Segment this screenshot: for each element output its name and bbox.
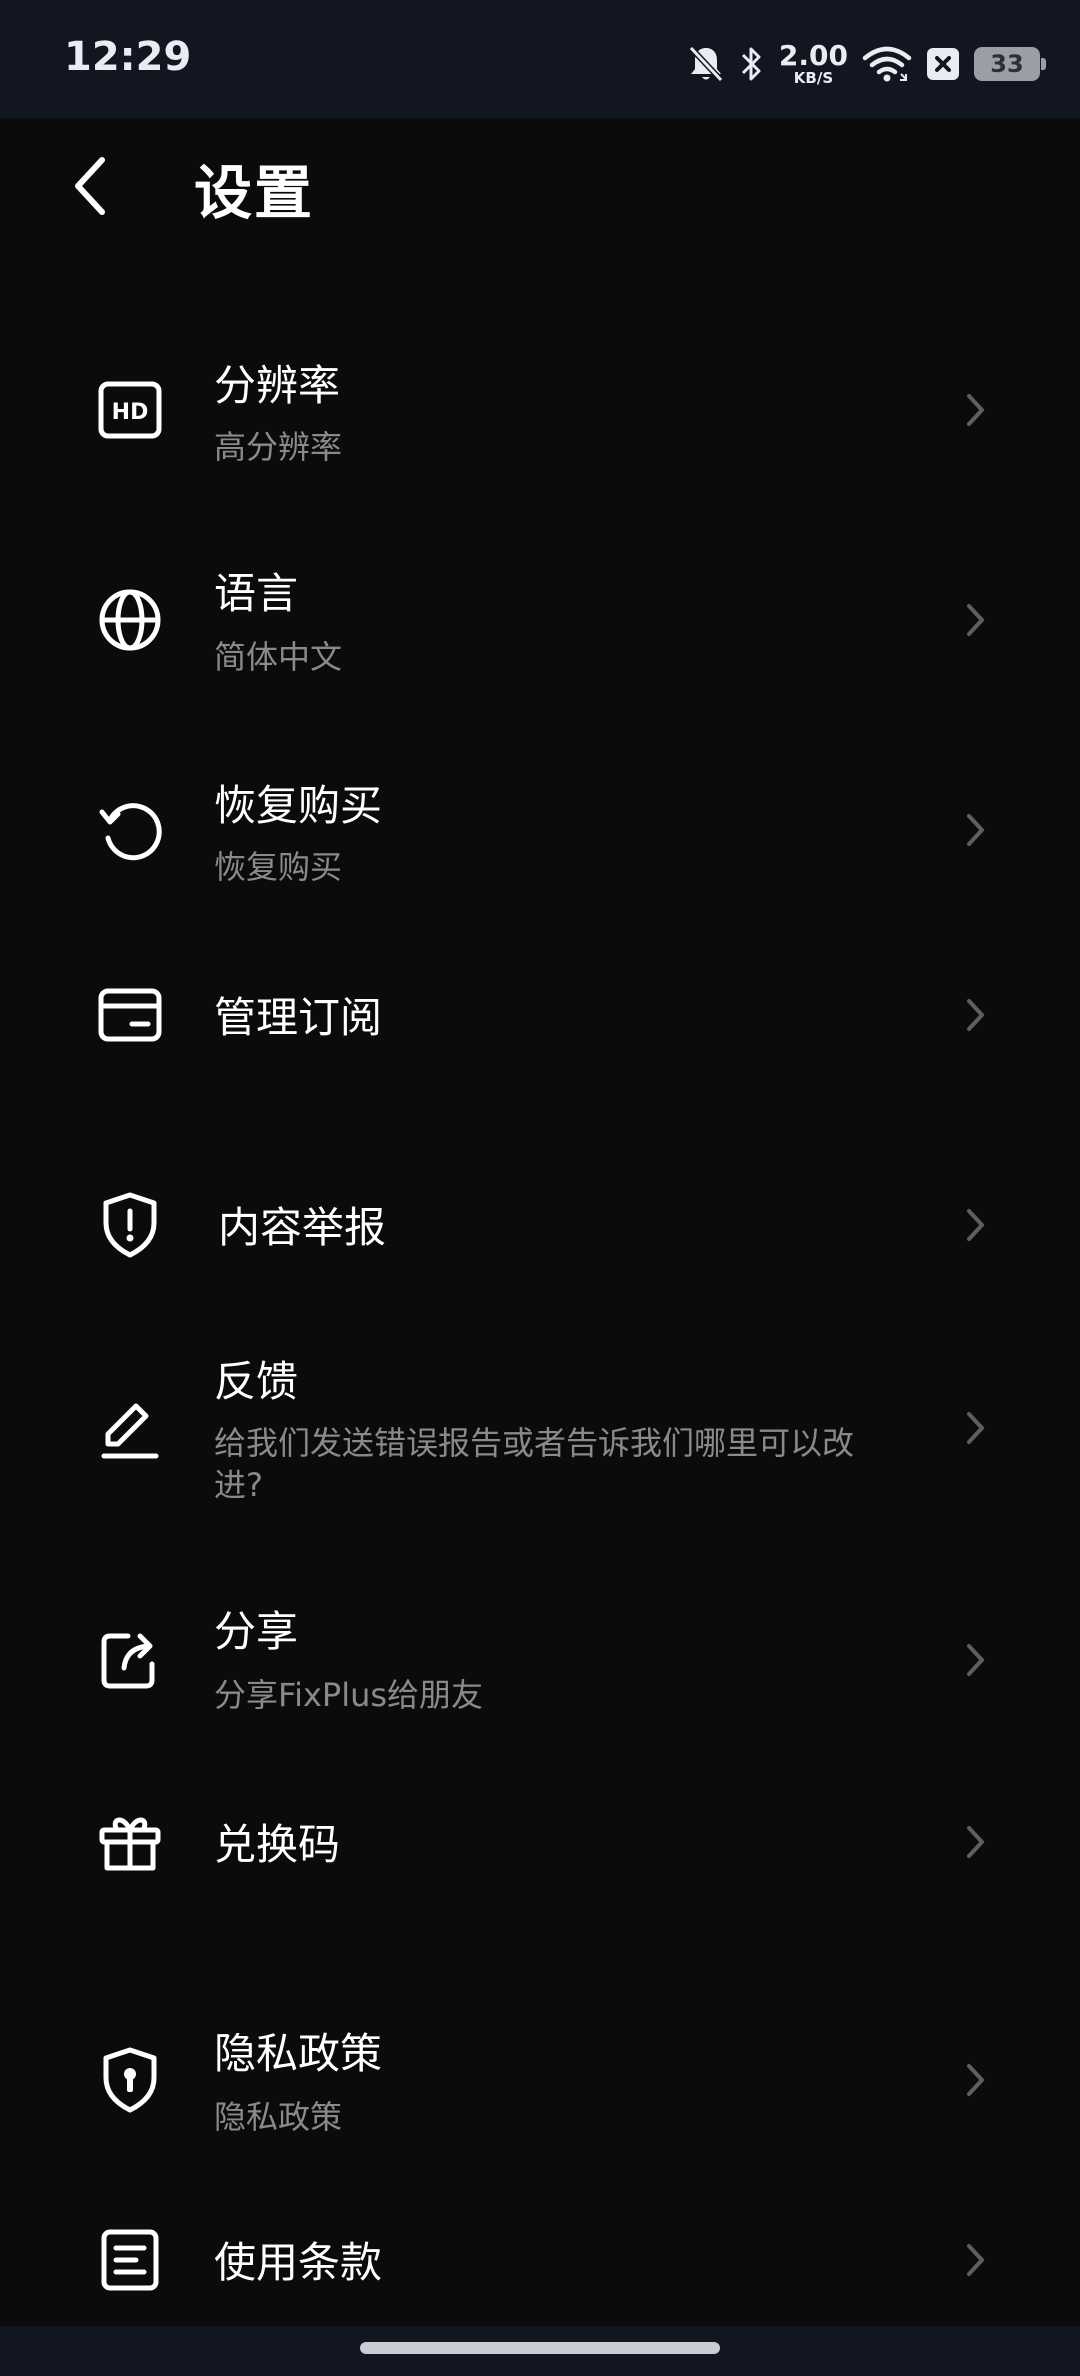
setting-item-language[interactable]: 语言 简体中文: [0, 550, 1080, 690]
setting-label: 隐私政策: [214, 2029, 383, 2078]
setting-sublabel: 分享FixPlus给朋友: [214, 1676, 484, 1714]
chevron-right-icon: [960, 2060, 990, 2100]
setting-label: 使用条款: [214, 2238, 383, 2287]
close-box-icon: [926, 47, 960, 81]
setting-label: 分辨率: [214, 361, 341, 410]
chevron-right-icon: [960, 995, 990, 1035]
chevron-left-icon: [75, 157, 105, 215]
globe-icon: [96, 586, 164, 654]
setting-label: 分享: [214, 1607, 299, 1656]
shield-lock-icon: [96, 2046, 164, 2114]
network-speed-value: 2.00: [778, 39, 848, 72]
card-icon: [96, 981, 164, 1049]
setting-item-manage-subscription[interactable]: 管理订阅: [0, 970, 1080, 1060]
setting-label: 语言: [214, 569, 299, 618]
hd-icon: HD: [96, 376, 164, 444]
setting-label: 恢复购买: [214, 781, 383, 830]
chevron-right-icon: [960, 2240, 990, 2280]
chevron-right-icon: [960, 1640, 990, 1680]
setting-item-resolution[interactable]: HD 分辨率 高分辨率: [0, 340, 1080, 480]
setting-item-redeem-code[interactable]: 兑换码: [0, 1797, 1080, 1887]
setting-label: 反馈: [214, 1357, 299, 1406]
setting-item-feedback[interactable]: 反馈 给我们发送错误报告或者告诉我们哪里可以改进?: [0, 1340, 1080, 1520]
setting-item-restore-purchase[interactable]: 恢复购买 恢复购买: [0, 760, 1080, 900]
setting-item-share[interactable]: 分享 分享FixPlus给朋友: [0, 1590, 1080, 1730]
back-button[interactable]: [60, 150, 120, 222]
chevron-right-icon: [960, 810, 990, 850]
setting-label: 内容举报: [218, 1203, 387, 1252]
setting-label: 管理订阅: [214, 993, 383, 1042]
network-speed-unit: KB/S: [793, 69, 834, 87]
setting-item-privacy-policy[interactable]: 隐私政策 隐私政策: [0, 2010, 1080, 2150]
chevron-right-icon: [960, 1822, 990, 1862]
setting-item-terms-of-use[interactable]: 使用条款: [0, 2215, 1080, 2305]
setting-sublabel: 隐私政策: [214, 2098, 343, 2136]
chevron-right-icon: [960, 390, 990, 430]
status-time: 12:29: [64, 34, 192, 80]
gift-icon: [96, 1808, 164, 1876]
setting-label: 兑换码: [214, 1820, 341, 1869]
setting-sublabel: 恢复购买: [214, 848, 343, 886]
network-speed: 2.00 KB/S: [779, 42, 848, 86]
shield-alert-icon: [96, 1191, 164, 1259]
svg-text:HD: HD: [112, 400, 149, 425]
chevron-right-icon: [960, 600, 990, 640]
status-bar: 12:29 2.00 KB/S 33: [0, 0, 1080, 118]
page-title: 设置: [194, 159, 315, 227]
restore-icon: [96, 796, 164, 864]
setting-sublabel: 给我们发送错误报告或者告诉我们哪里可以改进?: [214, 1424, 855, 1504]
battery-icon: 33: [974, 47, 1046, 81]
setting-sublabel: 简体中文: [214, 638, 343, 676]
battery-level: 33: [990, 50, 1024, 78]
settings-screen: 12:29 2.00 KB/S 33 设置 HD 分辨率 高分辨率 语言 简体中…: [0, 0, 1080, 2376]
home-indicator[interactable]: [360, 2342, 720, 2354]
setting-item-content-report[interactable]: 内容举报: [0, 1180, 1080, 1270]
status-icons: 2.00 KB/S 33: [687, 34, 1046, 94]
bluetooth-icon: [739, 44, 765, 84]
chevron-right-icon: [960, 1408, 990, 1448]
document-icon: [96, 2226, 164, 2294]
setting-sublabel: 高分辨率: [214, 428, 343, 466]
chevron-right-icon: [960, 1205, 990, 1245]
pencil-icon: [96, 1396, 164, 1464]
wifi-icon: [862, 44, 912, 84]
bell-muted-icon: [687, 44, 725, 84]
share-icon: [96, 1626, 164, 1694]
